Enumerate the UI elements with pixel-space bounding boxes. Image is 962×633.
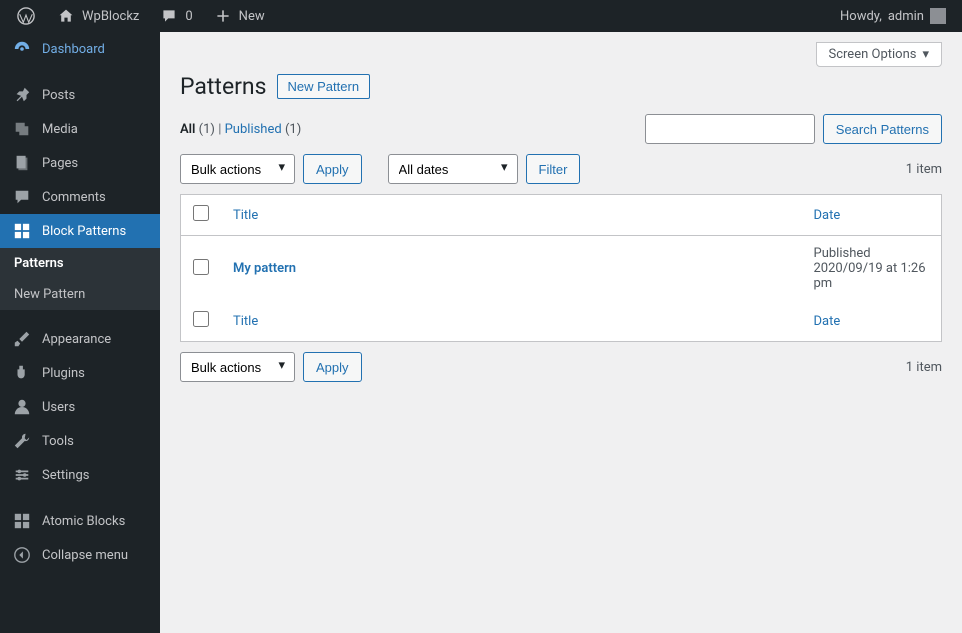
date-filter-select[interactable]: All dates [388,154,518,184]
col-date-bottom[interactable]: Date [814,314,841,329]
sidebar-item-plugins[interactable]: Plugins [0,356,160,390]
row-checkbox[interactable] [193,259,209,275]
sidebar-collapse[interactable]: Collapse menu [0,538,160,572]
home-icon [56,8,76,24]
sidebar-item-label: Dashboard [42,42,105,57]
sidebar-item-posts[interactable]: Posts [0,78,160,112]
sidebar-item-label: Collapse menu [42,548,128,563]
sidebar-item-label: Appearance [42,332,111,347]
dashboard-icon [12,40,32,58]
view-published-link[interactable]: Published [225,122,282,137]
row-status: Published [814,246,871,261]
comment-icon [159,8,179,24]
sidebar-item-label: Users [42,400,75,415]
col-date[interactable]: Date [814,208,841,223]
sidebar-item-label: Media [42,122,78,137]
bulk-actions-select-bottom[interactable]: Bulk actions [180,352,295,382]
row-title-link[interactable]: My pattern [233,261,296,276]
comments-link[interactable]: 0 [151,0,200,32]
search-button[interactable]: Search Patterns [823,114,942,144]
screen-options-button[interactable]: Screen Options ▾ [816,42,943,67]
media-icon [12,120,32,138]
item-count: 1 item [906,162,942,177]
sidebar-item-atomic-blocks[interactable]: Atomic Blocks [0,504,160,538]
filter-button[interactable]: Filter [526,154,581,184]
collapse-icon [12,546,32,564]
sidebar-item-label: Comments [42,190,106,205]
plug-icon [12,364,32,382]
col-title[interactable]: Title [233,208,258,223]
select-all-checkbox-bottom[interactable] [193,311,209,327]
sidebar-item-pages[interactable]: Pages [0,146,160,180]
user-name: admin [888,9,924,24]
row-date: 2020/09/19 at 1:26 pm [814,261,926,291]
wordpress-icon [16,7,36,25]
page-title: Patterns [180,73,267,100]
search-input[interactable] [645,114,815,144]
apply-button[interactable]: Apply [303,154,362,184]
sidebar-item-dashboard[interactable]: Dashboard [0,32,160,66]
sidebar-item-label: Atomic Blocks [42,514,125,529]
view-all-label[interactable]: All [180,122,195,137]
submenu-item-new-pattern[interactable]: New Pattern [0,279,160,310]
comments-count: 0 [185,9,192,24]
bulk-actions-select[interactable]: Bulk actions [180,154,295,184]
sidebar-item-tools[interactable]: Tools [0,424,160,458]
new-label: New [239,9,265,24]
add-new-button[interactable]: New Pattern [277,74,371,99]
col-title-bottom[interactable]: Title [233,314,258,329]
new-link[interactable]: New [205,0,273,32]
sidebar-item-label: Pages [42,156,78,171]
sidebar-item-label: Block Patterns [42,224,126,239]
screen-options-label: Screen Options [829,47,917,62]
grid-icon [12,512,32,530]
site-name: WpBlockz [82,9,139,24]
comment-icon [12,188,32,206]
pin-icon [12,86,32,104]
avatar [930,8,946,24]
view-all-count: (1) [199,122,215,137]
sidebar-item-label: Plugins [42,366,85,381]
apply-button-bottom[interactable]: Apply [303,352,362,382]
submenu-item-patterns[interactable]: Patterns [0,248,160,279]
wp-logo[interactable] [8,0,44,32]
howdy-prefix: Howdy, [840,9,882,24]
chevron-down-icon: ▾ [922,47,929,62]
brush-icon [12,330,32,348]
wrench-icon [12,432,32,450]
sidebar-item-label: Posts [42,88,75,103]
table-row: My pattern Published 2020/09/19 at 1:26 … [181,236,942,302]
site-name-link[interactable]: WpBlockz [48,0,147,32]
plus-icon [213,8,233,24]
sidebar-item-label: Settings [42,468,89,483]
view-published-count: (1) [285,122,301,137]
my-account[interactable]: Howdy, admin [832,0,954,32]
sidebar-item-block-patterns[interactable]: Block Patterns [0,214,160,248]
item-count-bottom: 1 item [906,360,942,375]
sidebar-item-appearance[interactable]: Appearance [0,322,160,356]
sidebar-item-comments[interactable]: Comments [0,180,160,214]
sliders-icon [12,466,32,484]
sidebar-item-users[interactable]: Users [0,390,160,424]
user-icon [12,398,32,416]
sidebar-item-settings[interactable]: Settings [0,458,160,492]
views: All (1) | Published (1) [180,122,301,137]
sidebar-item-label: Tools [42,434,74,449]
grid-icon [12,222,32,240]
page-icon [12,154,32,172]
sidebar-item-media[interactable]: Media [0,112,160,146]
select-all-checkbox[interactable] [193,205,209,221]
